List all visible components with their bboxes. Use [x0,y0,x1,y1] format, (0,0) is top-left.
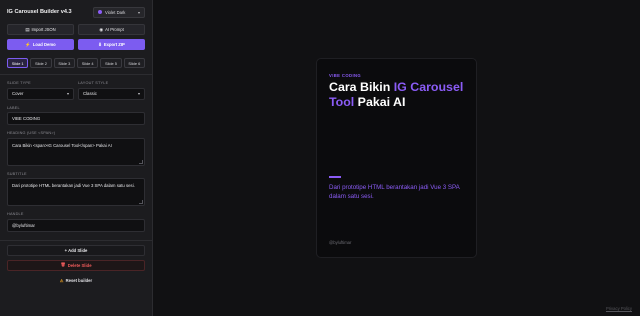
ai-prompt-label: AI Prompt [105,27,124,32]
slide-type-label: SLIDE TYPE [7,81,31,85]
app-title: IG Carousel Builder v4.3 [7,9,72,15]
chevron-down-icon: ▾ [137,91,140,96]
slide-type-value: Cover [12,91,24,96]
robot-icon: ◉ [99,26,104,32]
file-icon: ▤ [25,26,30,32]
slide-kicker: VIBE CODING [329,73,362,78]
divider [0,239,152,241]
toolbar-row-1: ▤ Import JSON ◉ AI Prompt [7,24,145,35]
import-json-button[interactable]: ▤ Import JSON [7,24,74,35]
preview-canvas: VIBE CODING Cara Bikin IG Carousel Tool … [153,0,640,316]
accent-line [329,176,341,178]
slide-handle: @byluftimar [329,240,352,245]
ai-prompt-button[interactable]: ◉ AI Prompt [78,24,145,35]
heading-field-label: HEADING (USE <SPAN>) [7,131,56,135]
heading-text-end: Pakai AI [354,95,406,109]
subtitle-field-label: SUBTITLE [7,171,27,176]
subtitle-textarea[interactable]: Dari prototipe HTML berantakan jadi Vue … [7,178,145,206]
theme-select-value: Violet Dark [105,9,126,15]
tab-slide-6[interactable]: Slide 6 [123,58,145,68]
warning-icon: ⚠ [59,277,64,283]
delete-slide-button[interactable]: 🗑 Delete Slide [7,259,145,271]
load-demo-label: Load Demo [32,42,56,47]
reset-builder-button[interactable]: ⚠ Reset builder [7,275,145,286]
theme-select[interactable]: Violet Dark ▾ [93,6,145,18]
label-field-label: LABEL [7,105,20,110]
import-json-label: Import JSON [31,27,56,32]
type-layout-row: SLIDE TYPE Cover ▾ LAYOUT STYLE Classic … [7,75,145,100]
subtitle-textarea-value: Dari prototipe HTML berantakan jadi Vue … [12,183,135,188]
delete-slide-label: Delete Slide [67,262,92,268]
layout-style-group: LAYOUT STYLE Classic ▾ [78,75,145,100]
heading-textarea-value: Cara Bikin <span>IG Carousel Tool</span>… [12,142,112,148]
slide-type-select[interactable]: Cover ▾ [7,87,74,100]
tab-slide-2[interactable]: Slide 2 [30,58,52,68]
load-demo-button[interactable]: ⚡ Load Demo [7,39,74,50]
tab-slide-5[interactable]: Slide 5 [100,58,122,68]
privacy-policy-link[interactable]: Privacy Policy [606,306,632,311]
layout-style-select[interactable]: Classic ▾ [78,87,145,100]
tab-slide-3[interactable]: Slide 3 [53,58,75,68]
heading-textarea[interactable]: Cara Bikin <span>IG Carousel Tool</span>… [7,137,145,166]
resize-handle-icon[interactable] [139,159,143,164]
sidebar: IG Carousel Builder v4.3 Violet Dark ▾ ▤… [0,0,153,316]
slide-subtitle: Dari prototipe HTML berantakan jadi Vue … [329,184,460,200]
layout-style-label: LAYOUT STYLE [78,81,109,85]
chevron-down-icon: ▾ [137,9,140,15]
theme-color-dot-icon [98,10,102,14]
chevron-down-icon: ▾ [66,91,69,96]
resize-handle-icon[interactable] [139,200,143,204]
lightning-icon: ⚡ [25,41,31,47]
slide-preview-card: VIBE CODING Cara Bikin IG Carousel Tool … [316,58,477,258]
toolbar-row-2: ⚡ Load Demo ⬇ Export ZIP [7,39,145,50]
app-root: IG Carousel Builder v4.3 Violet Dark ▾ ▤… [0,0,640,316]
tab-slide-1[interactable]: Slide 1 [7,58,29,68]
download-icon: ⬇ [98,41,102,47]
label-input[interactable]: VIBE CODING [7,112,145,125]
trash-icon: 🗑 [60,262,66,267]
handle-input[interactable]: @byluftimar [7,218,145,232]
reset-builder-label: Reset builder [65,277,93,283]
slide-tabs: Slide 1 Slide 2 Slide 3 Slide 4 Slide 5 … [7,58,145,68]
sidebar-header: IG Carousel Builder v4.3 Violet Dark ▾ [7,6,145,18]
layout-style-value: Classic [83,91,97,96]
handle-field-label: HANDLE [7,212,24,216]
tab-slide-4[interactable]: Slide 4 [76,58,99,68]
slide-heading: Cara Bikin IG Carousel Tool Pakai AI [329,80,469,110]
slide-type-group: SLIDE TYPE Cover ▾ [7,75,74,100]
add-slide-button[interactable]: + Add Slide [7,244,145,256]
heading-text-start: Cara Bikin [329,80,394,94]
export-zip-label: Export ZIP [103,42,125,47]
export-zip-button[interactable]: ⬇ Export ZIP [78,39,145,50]
